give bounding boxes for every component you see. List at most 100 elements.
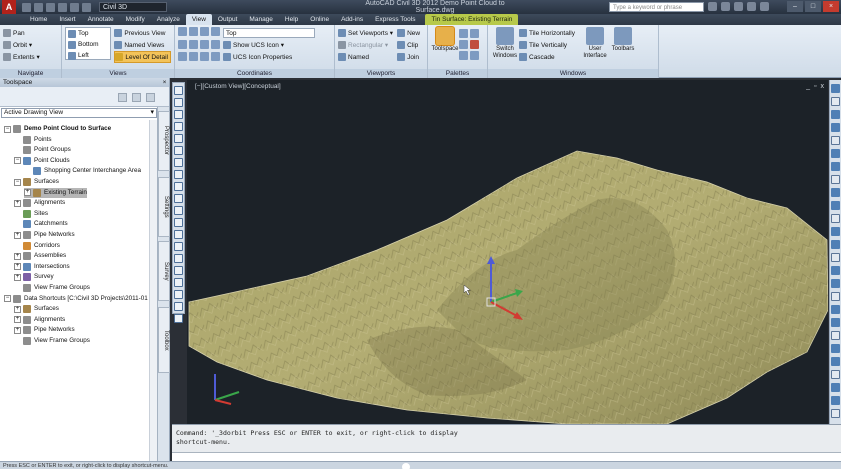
viewport-maximize-icon[interactable]: ▫ <box>814 83 816 90</box>
favorites-icon[interactable] <box>747 2 756 11</box>
search-input[interactable]: Type a keyword or phrase <box>609 2 704 12</box>
gradient-icon[interactable] <box>174 230 183 239</box>
toolbars-button[interactable]: Toolbars <box>609 27 637 63</box>
modify-tool-icon[interactable] <box>831 318 840 327</box>
ucs-icon-properties-button[interactable]: UCS Icon Properties <box>223 51 315 63</box>
polygon-icon[interactable] <box>174 146 183 155</box>
tab-manage[interactable]: Manage <box>243 14 279 25</box>
new-icon[interactable] <box>22 2 31 12</box>
tree-node[interactable]: − Data Shortcuts [C:\Civil 3D Projects\20… <box>4 294 155 304</box>
layer-palette-icon[interactable] <box>459 40 468 49</box>
terrain-surface[interactable] <box>187 80 828 424</box>
modify-tool-icon[interactable] <box>831 214 840 223</box>
tree-node[interactable]: + Pipe Networks <box>14 230 75 240</box>
expand-icon[interactable]: + <box>14 305 21 313</box>
modify-tool-icon[interactable] <box>831 201 840 210</box>
tab-help[interactable]: Help <box>279 14 304 25</box>
command-input[interactable] <box>172 452 841 461</box>
ucs-x-icon[interactable] <box>200 27 209 36</box>
ucs-origin-icon[interactable] <box>189 39 198 49</box>
ucs-named-icon[interactable] <box>211 52 220 62</box>
toolspace-view-icon[interactable] <box>118 93 127 102</box>
open-icon[interactable] <box>34 2 43 12</box>
collapse-icon[interactable]: − <box>14 178 21 186</box>
tile-vertically-button[interactable]: Tile Vertically <box>519 39 575 51</box>
ucs-world-icon[interactable] <box>189 27 198 36</box>
modify-tool-icon[interactable] <box>831 357 840 366</box>
tab-tin-surface-context[interactable]: Tin Surface: Existing Terrain <box>425 14 519 25</box>
vtab-settings[interactable]: Settings <box>158 177 170 237</box>
tree-node[interactable]: + Survey <box>14 272 54 282</box>
tab-insert[interactable]: Insert <box>53 14 81 25</box>
table-icon[interactable] <box>174 254 183 263</box>
modify-tool-icon[interactable] <box>831 331 840 340</box>
tree-node[interactable]: + Surfaces <box>14 304 59 314</box>
modify-tool-icon[interactable] <box>831 370 840 379</box>
tab-output[interactable]: Output <box>212 14 244 25</box>
ucs-object-icon[interactable] <box>211 39 220 49</box>
undo-icon[interactable] <box>70 2 79 12</box>
viewport-label[interactable]: [−][Custom View][Conceptual] <box>195 83 281 90</box>
clip-viewport-button[interactable]: Clip <box>397 39 420 51</box>
modify-tool-icon[interactable] <box>831 149 840 158</box>
sheet-set-icon[interactable] <box>459 51 468 60</box>
modify-tool-icon[interactable] <box>831 227 840 236</box>
expand-icon[interactable]: + <box>14 199 21 207</box>
tree-node[interactable]: Corridors <box>14 241 60 251</box>
vtab-prospector[interactable]: Prospector <box>158 111 170 171</box>
print-icon[interactable] <box>58 2 67 12</box>
help-icon[interactable] <box>760 2 769 11</box>
tab-annotate[interactable]: Annotate <box>82 14 120 25</box>
ucs-dropdown[interactable]: Top <box>223 28 315 38</box>
viewport-close-icon[interactable]: x <box>821 83 825 90</box>
level-of-detail-button[interactable]: Level Of Detail <box>114 51 171 63</box>
tab-modify[interactable]: Modify <box>120 14 151 25</box>
ucs-face-icon[interactable] <box>178 52 187 62</box>
tab-view[interactable]: View <box>185 14 212 25</box>
new-viewport-button[interactable]: New <box>397 27 420 39</box>
ucs-view-icon[interactable] <box>200 39 209 49</box>
cascade-button[interactable]: Cascade <box>519 51 575 63</box>
set-viewports-button[interactable]: Set Viewports ▾ <box>338 27 393 39</box>
tree-node[interactable]: Points <box>14 135 52 145</box>
user-interface-button[interactable]: User Interface <box>581 27 609 63</box>
previous-view-button[interactable]: Previous View <box>114 27 171 39</box>
modify-tool-icon[interactable] <box>831 123 840 132</box>
collapse-icon[interactable]: − <box>4 125 11 133</box>
tree-node[interactable]: + Alignments <box>14 198 65 208</box>
switch-windows-button[interactable]: Switch Windows <box>491 27 519 63</box>
tree-node[interactable]: + Existing Terrain <box>24 187 87 198</box>
subscription-icon[interactable] <box>721 2 730 11</box>
ucs-z-icon[interactable] <box>178 39 187 49</box>
tree-node[interactable]: View Frame Groups <box>14 336 90 346</box>
copy-icon[interactable] <box>174 290 183 299</box>
modify-tool-icon[interactable] <box>831 266 840 275</box>
expand-icon[interactable]: + <box>14 263 21 271</box>
expand-icon[interactable]: + <box>14 252 21 260</box>
views-list[interactable]: Top Bottom Left <box>65 27 112 60</box>
expand-icon[interactable]: + <box>14 316 21 324</box>
extents-button[interactable]: Extents ▾ <box>3 51 58 63</box>
modify-tool-icon[interactable] <box>831 84 840 93</box>
modify-tool-icon[interactable] <box>831 279 840 288</box>
tab-home[interactable]: Home <box>24 14 53 25</box>
expand-icon[interactable]: + <box>14 326 21 334</box>
show-ucs-icon-button[interactable]: Show UCS Icon ▾ <box>223 39 315 51</box>
circle-icon[interactable] <box>174 110 183 119</box>
collapse-icon[interactable]: − <box>14 157 21 165</box>
markup-icon[interactable] <box>470 51 479 60</box>
ucs-icon[interactable] <box>178 27 187 36</box>
modify-tool-icon[interactable] <box>831 97 840 106</box>
join-viewport-button[interactable]: Join <box>397 51 420 63</box>
tab-online[interactable]: Online <box>304 14 335 25</box>
rectangle-icon[interactable] <box>174 134 183 143</box>
tool-palette-icon[interactable] <box>470 29 479 38</box>
toolspace-help-icon[interactable] <box>146 93 155 102</box>
expand-icon[interactable]: + <box>14 273 21 281</box>
vtab-toolbox[interactable]: Toolbox <box>158 307 170 373</box>
tree-scrollbar[interactable] <box>149 120 157 461</box>
tree-node[interactable]: + Pipe Networks <box>14 325 75 335</box>
toolspace-button[interactable]: Toolspace <box>431 27 459 60</box>
tile-horizontally-button[interactable]: Tile Horizontally <box>519 27 575 39</box>
modify-tool-icon[interactable] <box>831 188 840 197</box>
